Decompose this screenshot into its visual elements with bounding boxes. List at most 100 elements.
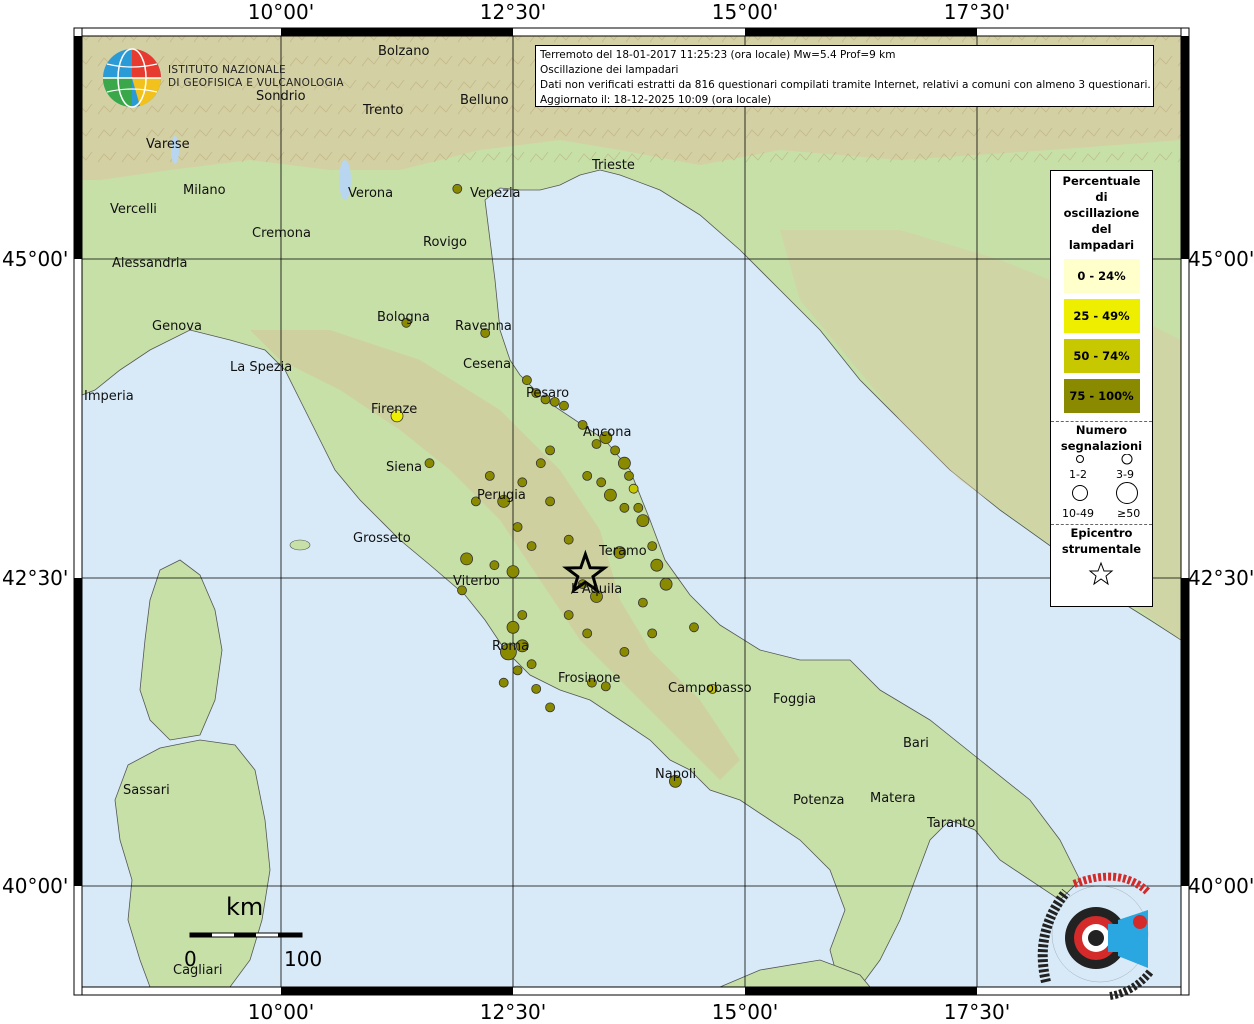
city-label: Trieste <box>592 158 635 173</box>
city-label: Roma <box>492 639 530 654</box>
size-symbol-medium-icon <box>1121 454 1133 465</box>
observation-point <box>545 702 555 713</box>
city-label: Venezia <box>470 186 521 201</box>
lat-tick-left-2: 42°30' <box>2 566 69 590</box>
city-label: Firenze <box>371 402 418 417</box>
observation-point <box>624 470 634 481</box>
legend: Percentuale di oscillazione del lampadar… <box>1050 170 1153 607</box>
observation-point <box>517 477 528 488</box>
city-label: Milano <box>183 183 226 198</box>
city-label: Trento <box>363 103 404 118</box>
legend-title: Percentuale di oscillazione del lampadar… <box>1051 173 1152 253</box>
scale-bar <box>189 932 303 938</box>
observation-point <box>619 502 630 513</box>
lat-tick-right-2: 42°30' <box>1188 566 1254 590</box>
observation-point <box>563 610 574 620</box>
observation-point <box>460 552 474 566</box>
legend-epicenter-title: Epicentro strumentale <box>1051 525 1152 557</box>
observation-point <box>484 470 495 481</box>
lat-tick-right-3: 40°00' <box>1188 874 1254 898</box>
lon-tick-top-3: 15°00' <box>711 0 779 24</box>
city-label: La Spezia <box>230 360 293 375</box>
city-label: Alessandria <box>112 256 188 271</box>
city-label: Belluno <box>460 93 509 108</box>
observation-point <box>582 470 593 481</box>
city-label: Rovigo <box>423 235 467 250</box>
observation-point <box>636 514 650 527</box>
city-label: Campobasso <box>668 681 752 696</box>
size-label: ≥50 <box>1117 507 1141 520</box>
lat-tick-right-1: 45°00' <box>1188 247 1254 271</box>
city-label: Perugia <box>477 488 526 503</box>
observation-point <box>526 541 537 551</box>
observation-point <box>604 488 617 502</box>
city-label: Cagliari <box>173 963 223 978</box>
lat-tick-left-1: 45°00' <box>2 247 69 271</box>
observation-point <box>618 456 631 470</box>
land-elba <box>289 539 311 551</box>
city-label: Ancona <box>583 425 632 440</box>
legend-class-3: 50 - 74% <box>1063 339 1140 373</box>
legend-title-line: lampadari <box>1068 238 1135 252</box>
lon-tick-bottom-4: 17°30' <box>943 1000 1011 1024</box>
observation-point <box>489 560 500 571</box>
observation-point <box>424 458 435 469</box>
city-label: Napoli <box>655 767 697 782</box>
observation-point <box>633 502 644 513</box>
lon-tick-top-2: 12°30' <box>479 0 547 24</box>
city-label: Grosseto <box>353 531 411 546</box>
observation-point <box>647 541 658 551</box>
observation-point <box>531 684 542 694</box>
event-info-line-1: Terremoto del 18-01-2017 11:25:23 (ora l… <box>540 49 896 61</box>
city-label: Teramo <box>599 544 647 559</box>
scale-unit: km <box>226 893 264 921</box>
city-label: Taranto <box>927 816 976 831</box>
legend-class-1: 0 - 24% <box>1063 259 1140 293</box>
observation-point <box>596 477 607 488</box>
size-label: 10-49 <box>1062 507 1094 520</box>
city-label: Genova <box>152 319 202 334</box>
observation-point <box>619 647 630 657</box>
legend-count-title: Numero segnalazioni <box>1051 422 1152 454</box>
observation-point <box>506 620 520 634</box>
city-label: Ravenna <box>455 319 512 334</box>
legend-epicenter-title-line: strumentale <box>1061 542 1142 556</box>
city-label: Frosinone <box>558 671 621 686</box>
observation-point <box>545 445 555 456</box>
ingv-globe-icon <box>103 48 162 108</box>
observation-point <box>559 400 569 411</box>
lon-tick-bottom-2: 12°30' <box>479 1000 547 1024</box>
city-label: Imperia <box>84 389 134 404</box>
scale-max: 100 <box>284 947 323 971</box>
legend-title-line: del <box>1091 222 1112 236</box>
observation-point <box>517 610 528 620</box>
observation-point <box>506 565 520 578</box>
city-label: Sondrio <box>256 89 306 104</box>
size-label: 3-9 <box>1116 468 1134 481</box>
observation-point <box>647 628 658 639</box>
city-label: Cesena <box>463 357 512 372</box>
haisentito-logo-icon <box>1037 872 1154 1000</box>
city-label: Pesaro <box>526 386 570 401</box>
city-label: Vercelli <box>110 202 157 217</box>
observation-point <box>582 628 593 639</box>
event-info-box: Terremoto del 18-01-2017 11:25:23 (ora l… <box>535 45 1154 107</box>
scale-min: 0 <box>184 947 197 971</box>
city-label: Bologna <box>377 310 430 325</box>
size-symbol-large-icon <box>1072 485 1088 501</box>
size-symbol-xlarge-icon <box>1116 482 1138 504</box>
city-label: Viterbo <box>453 574 500 589</box>
city-label: Cremona <box>252 226 311 241</box>
observation-point <box>545 496 555 507</box>
legend-title-line: oscillazione <box>1063 206 1140 220</box>
city-label: Foggia <box>773 692 817 707</box>
legend-count-title-line: segnalazioni <box>1060 439 1143 453</box>
observation-point <box>638 597 648 608</box>
lon-tick-bottom-1: 10°00' <box>247 1000 315 1024</box>
city-label: Siena <box>386 460 423 475</box>
legend-class-2: 25 - 49% <box>1063 299 1140 333</box>
city-label: Potenza <box>793 793 845 808</box>
observation-point <box>659 577 673 591</box>
logo-line-1: ISTITUTO NAZIONALE <box>168 64 286 76</box>
ingv-logo-text: ISTITUTO NAZIONALE DI GEOFISICA E VULCAN… <box>168 64 344 90</box>
